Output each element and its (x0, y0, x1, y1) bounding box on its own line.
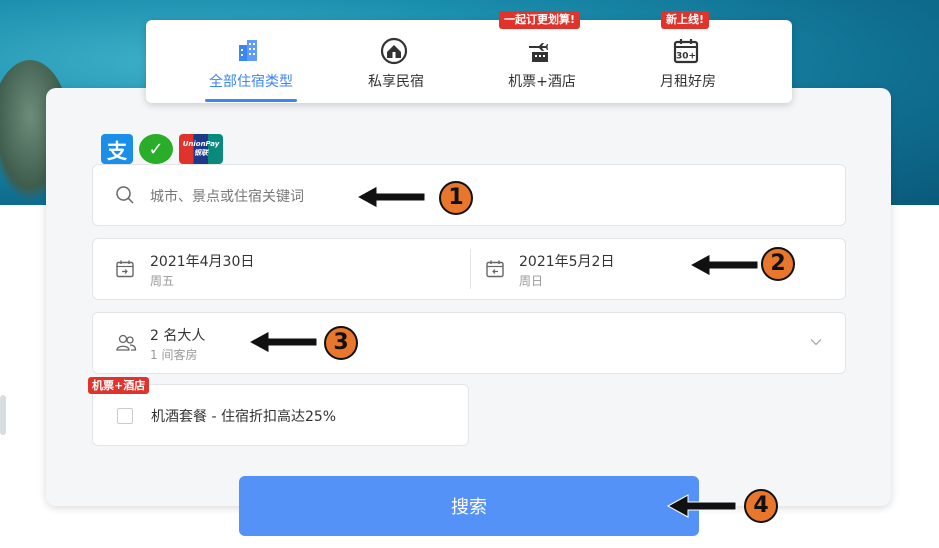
package-option[interactable]: 机酒套餐 - 住宿折扣高达25% (92, 384, 469, 446)
plane-hotel-icon (529, 43, 548, 62)
tab-private-homestay[interactable]: 私享民宿 (323, 20, 469, 103)
flight-hotel-badge: 机票+酒店 (88, 377, 150, 394)
payment-icons: 支 ✓ UnionPay 银联 (101, 134, 223, 164)
annotation-arrow-icon (666, 494, 737, 518)
tab-label: 私享民宿 (368, 74, 424, 90)
svg-text:30+: 30+ (676, 52, 696, 62)
promo-badge: 一起订更划算! (499, 11, 581, 29)
calendar-30-icon: 30+ (673, 39, 699, 64)
active-tab-underline (205, 99, 297, 102)
checkout-calendar-icon (486, 260, 504, 278)
tab-all-accommodation[interactable]: 全部住宿类型 (178, 20, 324, 103)
package-checkbox[interactable] (117, 408, 133, 424)
annotation-arrow-icon (247, 330, 318, 354)
annotation-marker-3: 3 (324, 326, 358, 360)
checkin-weekday: 周五 (150, 274, 175, 288)
checkout-date-text: 2021年5月2日 (519, 254, 615, 270)
annotation-marker-2: 2 (761, 247, 795, 281)
search-icon (116, 186, 134, 204)
annotation-arrow-icon (355, 185, 426, 209)
tab-label: 月租好房 (660, 74, 716, 90)
tab-label: 全部住宿类型 (209, 74, 293, 90)
guests-count: 2 名大人 (150, 328, 206, 344)
annotation-marker-1: 1 (439, 181, 473, 215)
wechat-pay-icon: ✓ (139, 134, 173, 164)
package-label: 机酒套餐 - 住宿折扣高达25% (151, 409, 337, 425)
people-icon (116, 334, 137, 351)
unionpay-icon: UnionPay 银联 (179, 134, 223, 164)
house-icon (380, 37, 408, 65)
chevron-down-icon (810, 339, 822, 346)
annotation-arrow-icon (688, 253, 759, 277)
background-fragment (0, 395, 6, 435)
checkin-date[interactable]: 2021年4月30日 周五 (93, 239, 470, 299)
checkin-calendar-icon (116, 260, 134, 278)
alipay-icon: 支 (101, 134, 133, 164)
tab-flight-hotel[interactable]: 一起订更划算! 机票+酒店 (469, 11, 615, 103)
guests-rooms-selector[interactable]: 2 名大人 1 间客房 (92, 312, 846, 374)
accommodation-tabs: 全部住宿类型 私享民宿 一起订更划算! 机票+酒店 新上线! 30+ 月租好房 (146, 11, 792, 103)
checkout-weekday: 周日 (519, 274, 544, 288)
search-button[interactable]: 搜索 (239, 476, 699, 536)
rooms-count: 1 间客房 (150, 348, 198, 362)
new-badge: 新上线! (661, 11, 710, 29)
checkin-date-text: 2021年4月30日 (150, 254, 255, 270)
building-icon (239, 40, 257, 61)
tab-label: 机票+酒店 (508, 74, 576, 90)
tab-monthly-rental[interactable]: 新上线! 30+ 月租好房 (615, 11, 761, 103)
search-input[interactable]: 城市、景点或住宿关键词 (150, 186, 304, 206)
annotation-marker-4: 4 (744, 489, 778, 523)
